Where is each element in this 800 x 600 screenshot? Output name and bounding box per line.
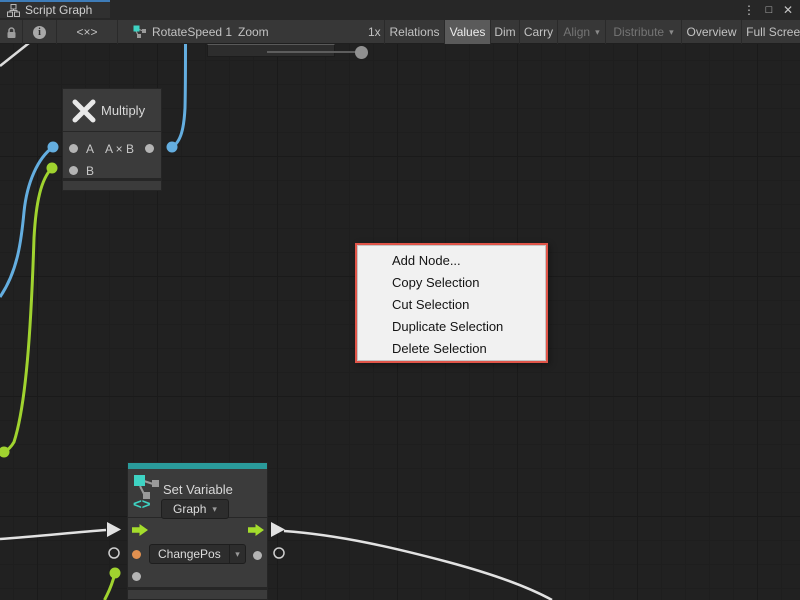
input-port-a[interactable] [69,144,78,153]
multiply-header[interactable]: Multiply [63,89,161,132]
tab-script-graph[interactable]: Script Graph [0,0,110,18]
graph-tab-icon [7,4,20,17]
input-port-b[interactable] [69,166,78,175]
overview-button[interactable]: Overview [682,20,742,44]
dim-button[interactable]: Dim [491,20,520,44]
align-button[interactable]: Align ▾ [558,20,606,44]
menu-item-duplicate-selection[interactable]: Duplicate Selection [357,316,546,338]
svg-text:<>: <> [133,496,151,511]
chevron-down-icon: ▾ [212,504,217,515]
window-maximize-button[interactable]: □ [760,0,778,20]
value-port-orange[interactable] [132,550,141,559]
zoom-value: 1x [368,20,381,44]
distribute-button[interactable]: Distribute ▾ [606,20,682,44]
tab-bar: Script Graph ⋮ □ ✕ [0,0,800,20]
node-footer-divider [63,178,161,181]
scope-value: Graph [173,502,206,516]
lock-icon [6,26,17,39]
graph-unit-icon [133,25,147,39]
overview-label: Overview [686,25,736,39]
input-port-extra[interactable] [132,572,141,581]
dim-label: Dim [494,25,515,39]
relations-label: Relations [389,25,439,39]
relations-button[interactable]: Relations [385,20,445,44]
zoom-slider-track[interactable] [267,51,359,53]
node-multiply[interactable]: Multiply A A × B B [62,88,162,191]
code-icon: <×> [76,25,97,39]
full-screen-button[interactable]: Full Screen [742,20,800,44]
values-label: Values [450,25,486,39]
node-title: Multiply [101,103,145,118]
lock-button[interactable] [0,20,23,44]
script-graph-window: Multiply A A × B B <> Set Variable Graph… [0,0,800,600]
zoom-slider-knob[interactable] [355,46,368,59]
carry-label: Carry [524,25,553,39]
values-button[interactable]: Values [445,20,491,44]
variable-name-dropdown[interactable]: ChangePos ▾ [149,544,246,564]
context-menu: Add Node... Copy Selection Cut Selection… [355,243,548,363]
output-port-value[interactable] [253,551,262,560]
dropdown-arrow-section[interactable]: ▾ [229,545,245,563]
output-port-result[interactable] [145,144,154,153]
variable-scope-dropdown[interactable]: Graph ▾ [161,499,229,519]
flow-output-arrow[interactable] [248,523,264,537]
window-close-button[interactable]: ✕ [779,0,797,20]
zoom-label: Zoom [238,20,269,44]
toolbar: i <×> RotateSpeed 1 Zoom 1x Relations Va… [0,20,800,44]
node-title: Set Variable [163,482,233,497]
chevron-down-icon: ▾ [235,549,240,560]
variable-name-value: ChangePos [150,547,229,561]
info-button[interactable]: i [23,20,57,44]
menu-item-cut-selection[interactable]: Cut Selection [357,294,546,316]
port-label-b: B [86,164,94,178]
chevron-down-icon: ▾ [595,27,600,38]
full-screen-label: Full Screen [746,25,800,39]
port-label-a: A [86,142,94,156]
tab-title: Script Graph [25,3,92,17]
carry-button[interactable]: Carry [520,20,558,44]
menu-item-copy-selection[interactable]: Copy Selection [357,272,546,294]
multiply-icon [69,96,99,126]
port-label-result: A × B [105,142,134,156]
code-preview-button[interactable]: <×> [57,20,118,44]
window-menu-button[interactable]: ⋮ [740,0,758,20]
flow-input-arrow[interactable] [132,523,148,537]
info-icon: i [33,26,46,39]
menu-item-delete-selection[interactable]: Delete Selection [357,338,546,360]
distribute-label: Distribute [613,25,664,39]
chevron-down-icon: ▾ [669,27,674,38]
graph-breadcrumb[interactable]: RotateSpeed 1 [152,20,232,44]
align-label: Align [563,25,590,39]
node-set-variable[interactable]: <> Set Variable Graph ▾ ChangePos ▾ [127,462,268,600]
menu-item-add-node[interactable]: Add Node... [357,250,546,272]
set-variable-icon: <> [132,473,162,511]
set-variable-header[interactable]: <> Set Variable Graph ▾ [128,469,267,518]
node-footer-divider [128,587,267,590]
